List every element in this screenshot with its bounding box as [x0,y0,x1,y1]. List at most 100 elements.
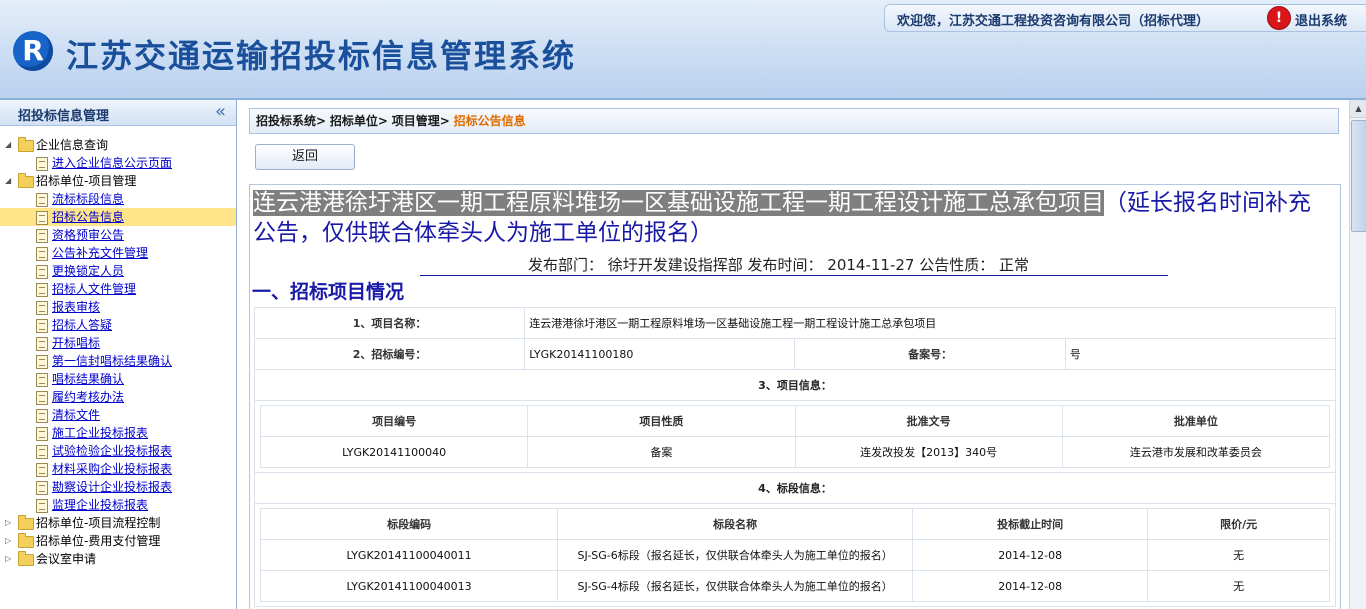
tree-item[interactable]: 唱标结果确认 [0,370,236,388]
project-table: 1、项目名称： 连云港港徐圩港区一期工程原料堆场一区基础设施工程一期工程设计施工… [253,307,1337,607]
tree-item-label[interactable]: 监理企业投标报表 [52,496,148,514]
table-row: 2、招标编号： LYGK20141100180 备案号： 号 [253,338,1337,370]
tree-item[interactable]: 清标文件 [0,406,236,424]
tree-folder-label[interactable]: 招标单位-项目管理 [36,172,136,190]
tree-item[interactable]: 招标人答疑 [0,316,236,334]
nav-tree: ◢ 企业信息查询 进入企业信息公示页面 ◢ 招标单位-项目管理 流标标段信息 招标公告信息资… [0,136,236,568]
logout-link[interactable]: 退出系统 [1295,10,1347,29]
tree-item[interactable]: 招标人文件管理 [0,280,236,298]
table-cell: 连发改投发【2013】340号 [794,436,1063,468]
expand-arrow-icon[interactable]: ▷ [5,550,11,568]
tree-item-label[interactable]: 材料采购企业投标报表 [52,460,172,478]
tree-item-label[interactable]: 报表审核 [52,298,100,316]
tree-folder-label[interactable]: 招标单位-项目流程控制 [36,514,160,532]
tree-item-label[interactable]: 招标人答疑 [52,316,112,334]
tree-item[interactable]: 报表审核 [0,298,236,316]
tree-item-label[interactable]: 履约考核办法 [52,388,124,406]
tree-folder[interactable]: ▷ 会议室申请 [0,550,236,568]
project-info-container: 项目编号 项目性质 批准文号 批准单位 LYGK20141100040 备案 连… [254,400,1336,473]
tree-folder-label[interactable]: 会议室申请 [36,550,96,568]
tree-folder-label[interactable]: 招标单位-费用支付管理 [36,532,160,550]
tree-item[interactable]: 第一信封唱标结果确认 [0,352,236,370]
tree-item[interactable]: 更换锁定人员 [0,262,236,280]
tree-item[interactable]: 勘察设计企业投标报表 [0,478,236,496]
tree-item-label[interactable]: 更换锁定人员 [52,262,124,280]
tree-folder[interactable]: ▷ 招标单位-费用支付管理 [0,532,236,550]
record-number-label: 备案号： [794,338,1066,370]
bid-code-value: LYGK20141100180 [524,338,796,370]
tree-item[interactable]: 流标标段信息 [0,190,236,208]
tree-item-label[interactable]: 流标标段信息 [52,190,124,208]
tree-item-label[interactable]: 公告补充文件管理 [52,244,148,262]
tree-item-label[interactable]: 第一信封唱标结果确认 [52,352,172,370]
scroll-up-icon[interactable]: ▲ [1350,100,1366,118]
section-info-container: 标段编码 标段名称 投标截止时间 限价/元 LYGK20141100040011… [254,503,1336,607]
collapse-arrow-icon[interactable]: ◢ [5,172,11,190]
tree-item-label[interactable]: 唱标结果确认 [52,370,124,388]
document-icon [36,229,48,243]
tree-item[interactable]: 公告补充文件管理 [0,244,236,262]
tree-item[interactable]: 试验检验企业投标报表 [0,442,236,460]
table-cell: LYGK20141100040013 [259,570,559,602]
tree-item[interactable]: 履约考核办法 [0,388,236,406]
tree-folder[interactable]: ◢ 招标单位-项目管理 [0,172,236,190]
tree-item[interactable]: 材料采购企业投标报表 [0,460,236,478]
publish-info: 发布部门： 徐圩开发建设指挥部 发布时间： 2014-11-27 公告性质： 正… [528,256,1030,274]
tree-item-selected[interactable]: 招标公告信息 [0,208,236,226]
back-button[interactable]: 返回 [255,144,355,170]
document-icon [36,265,48,279]
notice-title-highlighted: 连云港港徐圩港区一期工程原料堆场一区基础设施工程一期工程设计施工总承包项目 [253,190,1104,216]
tree-item[interactable]: 进入企业信息公示页面 [0,154,236,172]
tree-item[interactable]: 监理企业投标报表 [0,496,236,514]
scroll-thumb[interactable] [1351,120,1366,232]
table-header-row: 标段编码 标段名称 投标截止时间 限价/元 [259,508,1330,540]
document-icon [36,319,48,333]
main-content: 招投标系统> 招标单位> 项目管理> 招标公告信息 返回 连云港港徐圩港区一期工… [244,100,1348,609]
tree-item[interactable]: 资格预审公告 [0,226,236,244]
collapse-sidebar-icon[interactable]: « [215,102,226,122]
sidebar-title: 招投标信息管理 [18,109,110,124]
folder-icon [18,551,34,566]
project-name-value: 连云港港徐圩港区一期工程原料堆场一区基础设施工程一期工程设计施工总承包项目 [524,307,1336,339]
table-cell: SJ-SG-4标段（报名延长，仅供联合体牵头人为施工单位的报名） [557,570,914,602]
logout-icon[interactable]: ! [1267,6,1291,30]
tree-folder[interactable]: ▷ 招标单位-项目流程控制 [0,514,236,532]
tree-item-label[interactable]: 清标文件 [52,406,100,424]
tree-item-label[interactable]: 试验检验企业投标报表 [52,442,172,460]
tree-folder-label[interactable]: 企业信息查询 [36,136,108,154]
system-title: 江苏交通运输招投标信息管理系统 [66,37,577,75]
table-cell: SJ-SG-6标段（报名延长，仅供联合体牵头人为施工单位的报名） [557,539,914,571]
collapse-arrow-icon[interactable]: ◢ [5,136,11,154]
tree-folder[interactable]: ◢ 企业信息查询 [0,136,236,154]
document-icon [36,337,48,351]
tree-item[interactable]: 开标唱标 [0,334,236,352]
document-icon [36,499,48,513]
tree-item[interactable]: 施工企业投标报表 [0,424,236,442]
table-row: 项目编号 项目性质 批准文号 批准单位 LYGK20141100040 备案 连… [254,400,1336,473]
document-icon [36,409,48,423]
breadcrumb-item[interactable]: 项目管理> [392,114,450,128]
tree-item-label[interactable]: 开标唱标 [52,334,100,352]
table-row: LYGK20141100040011 SJ-SG-6标段（报名延长，仅供联合体牵… [259,539,1330,571]
table-cell: 连云港市发展和改革委员会 [1061,436,1331,468]
tree-item-label[interactable]: 施工企业投标报表 [52,424,148,442]
tree-item-label[interactable]: 勘察设计企业投标报表 [52,478,172,496]
breadcrumb-current: 招标公告信息 [453,114,526,128]
expand-arrow-icon[interactable]: ▷ [5,532,11,550]
sidebar-header: 招投标信息管理 « [0,100,236,126]
column-header: 投标截止时间 [912,508,1149,540]
welcome-text: 欢迎您，江苏交通工程投资咨询有限公司（招标代理） [897,14,1210,29]
expand-arrow-icon[interactable]: ▷ [5,514,11,532]
breadcrumb-item[interactable]: 招标单位> [330,114,388,128]
tree-item-label[interactable]: 招标人文件管理 [52,280,136,298]
tree-item-label[interactable]: 招标公告信息 [52,208,124,226]
section-info-label: 4、标段信息： [254,472,1336,504]
breadcrumb-item[interactable]: 招投标系统> [256,114,326,128]
tree-item-label[interactable]: 资格预审公告 [52,226,124,244]
vertical-scrollbar[interactable]: ▲ [1349,100,1366,609]
document-icon [36,391,48,405]
tree-item-label[interactable]: 进入企业信息公示页面 [52,154,172,172]
column-header: 批准文号 [794,405,1063,437]
document-icon [36,481,48,495]
folder-icon [18,515,34,530]
